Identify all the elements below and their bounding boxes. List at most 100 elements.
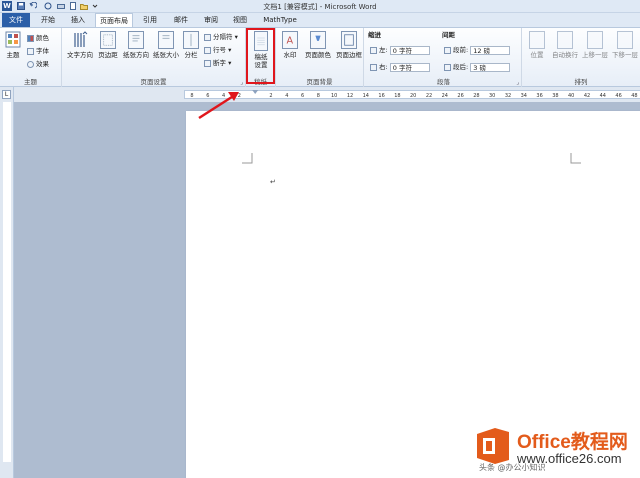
tab-view[interactable]: 视图	[226, 13, 254, 27]
bring-forward-button[interactable]: 上移一层	[580, 31, 610, 59]
paper-size-button[interactable]: 纸张大小	[152, 31, 180, 59]
orientation-label: 纸张方向	[123, 51, 149, 59]
orientation-button[interactable]: 纸张方向	[122, 31, 150, 59]
spacing-after-icon	[444, 63, 451, 71]
tab-review[interactable]: 审阅	[197, 13, 225, 27]
tab-selector-icon[interactable]: L	[2, 90, 11, 99]
indent-left-row: 左: 0 字符	[370, 45, 430, 55]
page-background-group: A 水印 页面颜色 页面边框 页面背景	[276, 28, 364, 87]
indent-left-icon	[370, 46, 377, 54]
ruler-tick-label: 4	[285, 93, 288, 99]
indent-title: 缩进	[368, 31, 381, 39]
vertical-ruler[interactable]	[3, 102, 11, 462]
margin-corner-top-right	[570, 153, 581, 164]
spacing-before-label: 段前:	[453, 46, 469, 54]
ruler-tick-label: 16	[378, 93, 384, 99]
highlight-box	[246, 28, 275, 84]
ruler-tick-label: 10	[331, 93, 337, 99]
page-setup-group-label: 页面设置	[140, 78, 167, 86]
spacing-after-input[interactable]: 3 磅	[470, 62, 511, 72]
arrange-group-label: 排列	[574, 78, 588, 86]
ruler-tick-label: 32	[505, 93, 511, 99]
ruler-tick-label: 36	[536, 93, 542, 99]
orientation-icon	[128, 31, 144, 49]
paper-size-label: 纸张大小	[153, 51, 179, 59]
theme-fonts-icon	[27, 47, 34, 55]
indent-right-row: 右: 0 字符	[370, 62, 430, 72]
line-numbers-icon	[204, 46, 211, 54]
ruler-tick-label: 42	[584, 93, 590, 99]
ruler-tick-label: 24	[442, 93, 448, 99]
page-borders-button[interactable]: 页面边框	[334, 31, 364, 59]
document-workspace: ↵	[14, 102, 640, 478]
themes-group-label: 主题	[24, 78, 37, 86]
arrange-group: 位置 自动换行 上移一层 下移一层 排列	[522, 28, 640, 87]
tab-mathtype[interactable]: MathType	[258, 13, 302, 27]
tab-file[interactable]: 文件	[2, 13, 30, 27]
spacing-title: 间距	[442, 31, 455, 39]
margins-icon	[100, 31, 116, 49]
position-button[interactable]: 位置	[524, 31, 550, 59]
indent-right-input[interactable]: 0 字符	[389, 62, 430, 72]
text-direction-label: 文字方向	[67, 51, 93, 59]
ruler-tick-label: 2	[269, 93, 272, 99]
watermark-icon: A	[282, 31, 298, 49]
dialog-launcher-icon[interactable]: ⌟	[240, 79, 243, 86]
margins-button[interactable]: 页边距	[96, 31, 120, 59]
line-numbers-label: 行号	[213, 46, 226, 54]
hyphenation-icon	[204, 59, 211, 67]
tab-page-layout[interactable]: 页面布局	[95, 13, 133, 28]
spacing-after-row: 段后: 3 磅	[444, 62, 511, 72]
ruler-tick-label: 38	[552, 93, 558, 99]
send-backward-button[interactable]: 下移一层	[610, 31, 640, 59]
ribbon: 主题 颜色 字体 效果 主题 文字方向 页边距 纸张方向 纸张大小 分栏 分隔符…	[0, 27, 640, 87]
title-bar: W 文档1 [兼容模式] - Microsoft Word	[0, 0, 640, 13]
indent-marker-icon[interactable]	[252, 90, 259, 94]
document-page[interactable]: ↵	[186, 111, 640, 478]
hyphenation-button[interactable]: 断字 ▾	[204, 58, 231, 68]
paragraph-group: 缩进 间距 左: 0 字符 右: 0 字符 段前: 12 磅 段后: 3 磅 段…	[366, 28, 522, 87]
ruler-tick-label: 26	[457, 93, 463, 99]
hyphenation-label: 断字	[213, 59, 226, 67]
theme-effects-label: 效果	[36, 60, 49, 68]
page-borders-icon	[341, 31, 357, 49]
themes-label: 主题	[6, 51, 20, 59]
themes-button[interactable]: 主题	[2, 31, 24, 59]
tab-mailings[interactable]: 邮件	[167, 13, 195, 27]
columns-button[interactable]: 分栏	[182, 31, 200, 59]
ruler-tick-label: 8	[317, 93, 320, 99]
horizontal-ruler[interactable]: 8 6 4 2 2 4 6 8 10 12 14 16 18 20 22 24 26 28 30 32 34 36 38 40…	[14, 87, 640, 102]
spacing-before-icon	[444, 46, 451, 54]
text-direction-icon	[74, 31, 88, 47]
theme-fonts-button[interactable]: 字体	[27, 46, 49, 56]
spacing-before-input[interactable]: 12 磅	[470, 45, 511, 55]
ruler-tick-label: 28	[473, 93, 479, 99]
tab-home[interactable]: 开始	[34, 13, 62, 27]
ruler-tick-label: 22	[426, 93, 432, 99]
page-borders-label: 页面边框	[336, 51, 362, 59]
text-direction-button[interactable]: 文字方向	[66, 31, 94, 59]
red-arrow-annotation	[198, 92, 239, 120]
position-icon	[529, 31, 545, 49]
breaks-icon	[204, 33, 211, 41]
ruler-tick-label: 14	[363, 93, 369, 99]
line-numbers-button[interactable]: 行号 ▾	[204, 45, 231, 55]
chevron-down-icon: ▾	[226, 59, 232, 67]
indent-left-input[interactable]: 0 字符	[389, 45, 430, 55]
theme-effects-button[interactable]: 效果	[27, 59, 49, 69]
wrap-text-button[interactable]: 自动换行	[550, 31, 580, 59]
paragraph-mark: ↵	[270, 178, 276, 186]
tab-references[interactable]: 引用	[136, 13, 164, 27]
dialog-launcher-icon[interactable]: ⌟	[516, 79, 519, 86]
page-color-icon	[310, 31, 326, 49]
theme-colors-icon	[27, 34, 34, 42]
tab-insert[interactable]: 插入	[64, 13, 92, 27]
page-setup-group: 文字方向 页边距 纸张方向 纸张大小 分栏 分隔符 ▾ 行号 ▾ 断字 ▾ 页面…	[62, 28, 246, 87]
watermark-button[interactable]: A 水印	[279, 31, 301, 59]
theme-colors-button[interactable]: 颜色	[27, 33, 49, 43]
send-backward-icon	[617, 31, 633, 49]
breaks-button[interactable]: 分隔符 ▾	[204, 32, 238, 42]
page-color-button[interactable]: 页面颜色	[303, 31, 333, 59]
ruler-tick-label: 30	[489, 93, 495, 99]
breaks-label: 分隔符	[213, 33, 233, 41]
